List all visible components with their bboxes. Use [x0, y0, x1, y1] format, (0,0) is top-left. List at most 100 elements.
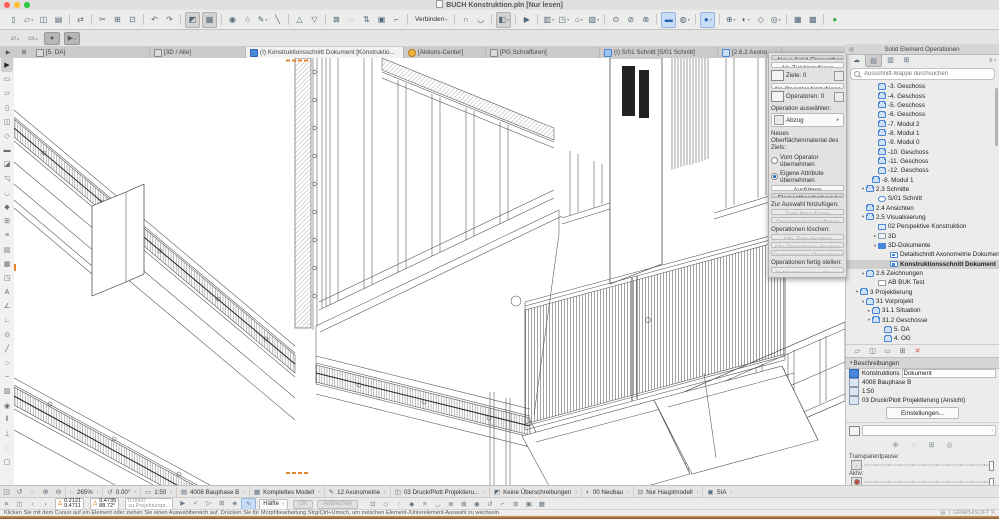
lock-icon[interactable]: ⊙ — [609, 13, 622, 27]
elevate-icon[interactable]: ↑ — [392, 499, 405, 509]
favorites-icon[interactable]: ☆ — [241, 13, 254, 27]
lock-all-icon[interactable]: ⊗ — [639, 13, 652, 27]
settings-button[interactable]: Einstellungen... — [885, 407, 960, 419]
layers-icon[interactable]: ◧ — [496, 11, 512, 28]
parameter-transfer-icon[interactable]: ◉ — [226, 13, 239, 27]
undo-input-icon[interactable]: ↺ — [483, 499, 496, 509]
corner-input-icon[interactable]: ⌐ — [496, 499, 509, 509]
clone-folder-icon[interactable]: ◫ — [865, 346, 880, 356]
pen-set-row[interactable]: 03 Druck/Plott Projektierung (Ansicht) — [846, 396, 999, 405]
snap-fraction-combo[interactable]: Hälfte › — [259, 498, 288, 510]
slider-thumb[interactable] — [989, 461, 994, 471]
worksheet-tool-icon[interactable]: ▢ — [1, 455, 13, 469]
text-tool-icon[interactable]: A — [1, 285, 13, 299]
camera-settings-icon[interactable]: ◎ — [769, 13, 782, 27]
trace-settings-icon[interactable]: ◎ — [944, 440, 956, 450]
fill-tool-icon[interactable]: ▨ — [1, 384, 13, 398]
bring-forward-icon[interactable]: △ — [293, 13, 306, 27]
tree-item[interactable]: ▸ 31.1 Situation — [846, 306, 999, 315]
guide-lines-icon[interactable]: ▶ — [176, 498, 189, 508]
fillet-icon[interactable]: ⌐ — [390, 13, 403, 27]
tab-5-da[interactable]: [5. DA] — [32, 47, 150, 58]
grid-options-icon[interactable]: ⊞ — [509, 499, 522, 509]
confirm-icon[interactable]: ✓ — [189, 498, 202, 508]
separator[interactable] — [537, 14, 539, 25]
tree-item[interactable]: -3. Geschoss — [846, 82, 999, 91]
convert-to-morphs-button[interactable]: In Morphs konvertieren — [771, 267, 844, 274]
tree-item[interactable]: -10. Geschoss — [846, 147, 999, 156]
tree-item[interactable]: ▾ 31.2 Geschosse — [846, 316, 999, 325]
scale-row[interactable]: 1:50 — [846, 387, 999, 396]
prev-icon[interactable]: ‹ — [26, 499, 39, 509]
tree-item[interactable]: ▾ 31 Vorprojekt — [846, 297, 999, 306]
active-color-chip-icon[interactable] — [851, 477, 862, 485]
tree-item[interactable]: -4. Geschoss — [846, 91, 999, 100]
new-document-icon[interactable]: ▯ — [7, 13, 20, 27]
descriptions-header[interactable]: Beschreibungen — [846, 357, 999, 369]
slider-thumb[interactable] — [989, 478, 994, 485]
railing-tool-icon[interactable]: ▤ — [1, 242, 13, 256]
home-icon[interactable]: ⌂ — [572, 13, 585, 27]
navigator-search[interactable] — [850, 68, 995, 80]
tree-item[interactable]: S/01 Schnitt — [846, 194, 999, 203]
view-map-icon[interactable]: ▥ — [883, 54, 898, 65]
tree-item[interactable]: 02 Perspektive Konstruktion — [846, 222, 999, 231]
ghost-story-icon[interactable]: ◍ — [678, 13, 691, 27]
separator[interactable] — [823, 14, 825, 25]
slider-track[interactable] — [864, 478, 994, 485]
ghost-reference-icon[interactable]: ◌ — [908, 440, 920, 450]
separator[interactable] — [143, 14, 144, 25]
separator[interactable] — [656, 14, 658, 25]
grid-snap-icon[interactable]: ▦ — [202, 11, 217, 28]
window-tool-icon[interactable]: ◫ — [1, 115, 13, 129]
separator[interactable] — [325, 14, 326, 25]
separator[interactable] — [491, 14, 493, 25]
snap-grid-icon[interactable]: ▣ — [522, 499, 535, 509]
tree-item[interactable]: ▸ 3D — [846, 232, 999, 241]
inject-parameters-icon[interactable]: ╲ — [271, 13, 284, 27]
show-targets-icon[interactable] — [834, 70, 844, 81]
tree-item[interactable]: 4. OG — [846, 334, 999, 343]
tab-konstruktionsschnitt[interactable]: (I) Konstruktionsschnitt Dokument [Konst… — [246, 47, 404, 58]
execute-button[interactable]: Ausführen — [771, 184, 844, 191]
snap-points-icon[interactable]: ▦ — [535, 499, 548, 509]
operation-select[interactable]: Abzug ▸ — [771, 113, 844, 128]
separator[interactable] — [719, 14, 721, 25]
separator[interactable] — [69, 14, 70, 25]
tree-item[interactable]: -6. Geschoss — [846, 110, 999, 119]
cancel-input-icon[interactable]: ✕ — [0, 499, 13, 509]
separator[interactable] — [180, 14, 181, 25]
print-icon[interactable]: ▤ — [52, 13, 65, 27]
tab-aktions-center[interactable]: [Aktions-Center] — [404, 47, 486, 58]
grid-snap-icon[interactable]: ⊞ — [215, 498, 228, 508]
add-operators-button[interactable]: Operatoren hinzufügen — [771, 216, 844, 223]
transparency-chip-icon[interactable]: › — [851, 460, 862, 470]
new-viewpoint-icon[interactable]: ▱ — [850, 346, 865, 356]
add-target-button[interactable]: Als Ziel hinzufügen — [771, 62, 844, 69]
hotspot-tool-icon[interactable]: ⊙ — [1, 328, 13, 342]
relative-coords-icon[interactable]: ▷ — [202, 498, 215, 508]
cursor-icon[interactable]: ▶ — [520, 13, 533, 27]
library-icon[interactable]: ▧ — [587, 13, 600, 27]
cutaway-icon[interactable]: ▬ — [661, 11, 677, 28]
tree-item[interactable]: ▾ 2.5 Visualisierung — [846, 213, 999, 222]
tree-item[interactable]: -7. Modul 2 — [846, 119, 999, 128]
comment-icon[interactable]: ◡ — [474, 13, 487, 27]
dimension-tool-icon[interactable]: ∠ — [1, 299, 13, 313]
construction-drawing-canvas[interactable] — [14, 58, 845, 485]
marquee-tool-icon[interactable]: ▭ — [1, 72, 13, 86]
zoom-out-icon[interactable]: ⊖ — [52, 487, 65, 497]
radio-from-operator[interactable]: Vom Operator übernehmen — [771, 154, 844, 168]
redo-icon[interactable]: ↷ — [163, 13, 176, 27]
radio-own-attributes[interactable]: Eigene Attribute übernehmen — [771, 170, 844, 184]
tree-item[interactable]: 2.4 Ansichten — [846, 203, 999, 212]
arrow-tool-icon[interactable]: ◩ — [185, 11, 200, 28]
navigator-menu-icon[interactable]: ≡ › — [989, 58, 996, 64]
next-icon[interactable]: › — [39, 499, 52, 509]
send-backward-icon[interactable]: ▽ — [308, 13, 321, 27]
tree-item[interactable]: -8. Modul 1 — [846, 129, 999, 138]
palette-titlebar[interactable]: Solid Element Operationen — [845, 44, 999, 55]
group-icon[interactable]: ∩ — [459, 13, 472, 27]
spline-tool-icon[interactable]: ~ — [1, 370, 13, 384]
tree-item[interactable]: ▾ 2.6 Zeichnungen — [846, 269, 999, 278]
